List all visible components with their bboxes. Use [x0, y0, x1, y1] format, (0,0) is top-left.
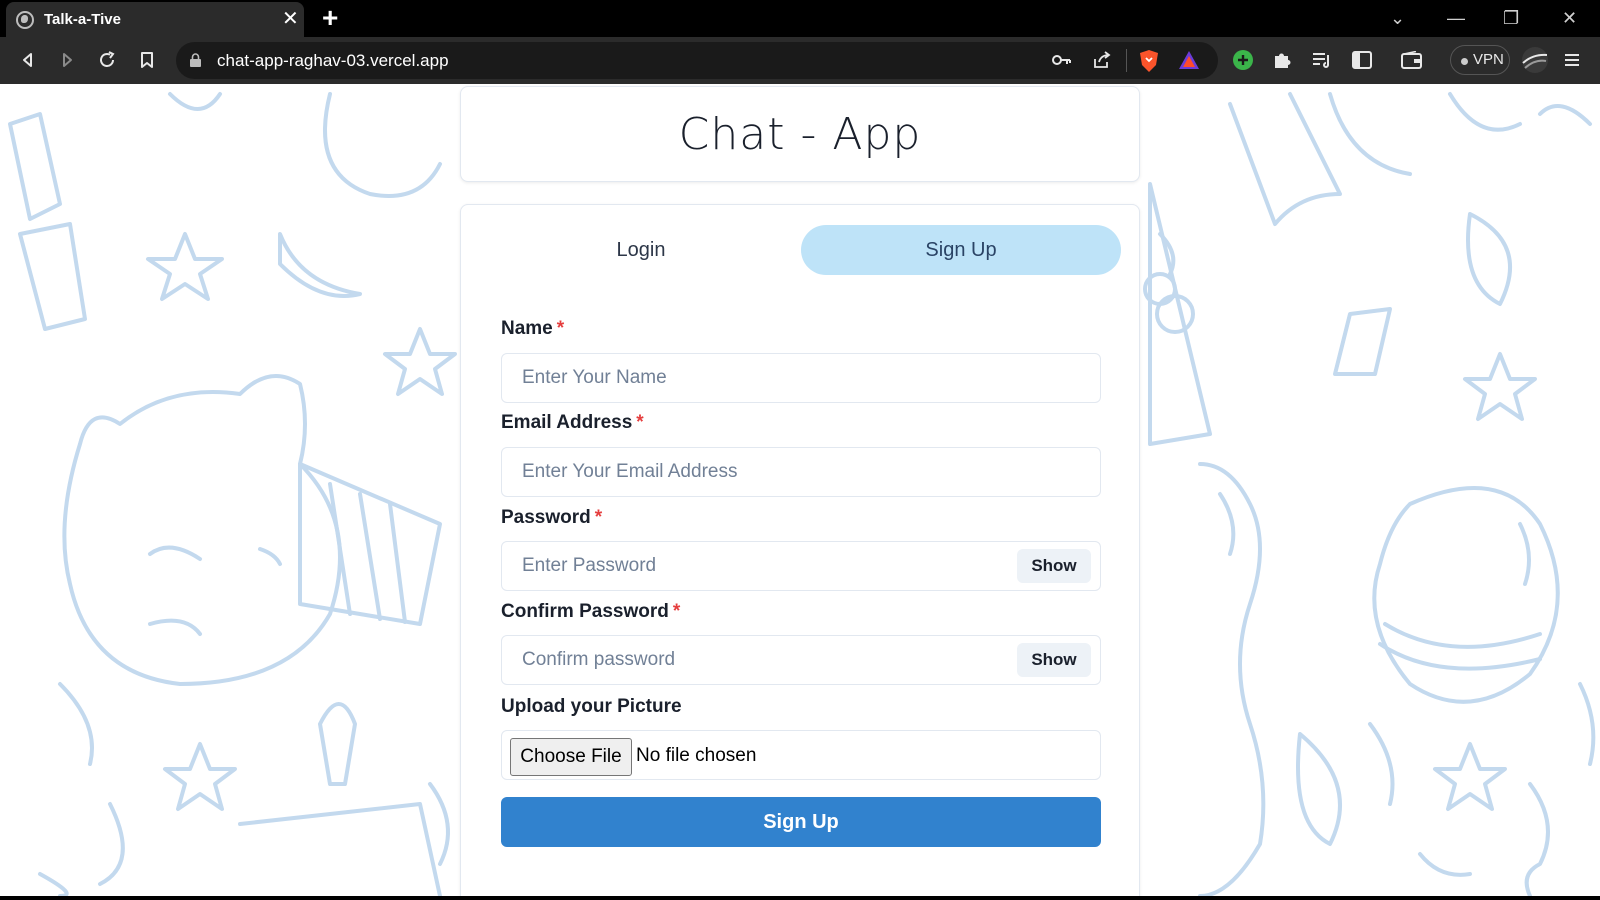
playlist-icon[interactable]: [1308, 46, 1336, 74]
name-label: Name *: [501, 318, 564, 340]
minimize-icon[interactable]: —: [1447, 6, 1465, 30]
name-label-text: Name: [501, 318, 553, 339]
url-text: chat-app-raghav-03.vercel.app: [217, 51, 449, 70]
auth-form-card: Login Sign Up Name* Email Address* Passw…: [460, 204, 1140, 896]
tab-signup[interactable]: Sign Up: [801, 225, 1121, 275]
divider: [1126, 49, 1127, 72]
auth-tabs: Login Sign Up: [481, 225, 1121, 275]
extension-plus-icon[interactable]: [1229, 46, 1257, 74]
password-input[interactable]: [501, 541, 1101, 591]
browser-tab-strip: Talk-a-Tive ✕ + ⌄ — ❐ ✕: [0, 0, 1600, 37]
choose-file-button[interactable]: Choose File: [510, 738, 632, 776]
confirm-password-label: Confirm Password *: [501, 601, 680, 623]
sidebar-icon[interactable]: [1348, 46, 1376, 74]
confirm-password-label-text: Confirm Password: [501, 601, 669, 622]
signup-submit-button[interactable]: Sign Up: [501, 797, 1101, 847]
restore-icon[interactable]: ❐: [1503, 6, 1519, 30]
extensions-puzzle-icon[interactable]: [1268, 46, 1296, 74]
required-marker: *: [636, 412, 644, 433]
browser-toolbar: chat-app-raghav-03.vercel.app VPN: [0, 37, 1600, 84]
bookmark-icon[interactable]: [133, 46, 161, 74]
share-icon[interactable]: [1092, 51, 1112, 69]
header-card: Chat - App: [460, 86, 1140, 182]
new-tab-button[interactable]: +: [322, 3, 338, 33]
page-title: Chat - App: [678, 109, 922, 160]
browser-tab[interactable]: Talk-a-Tive ✕: [6, 2, 304, 37]
required-marker: *: [594, 507, 603, 528]
confirm-password-input[interactable]: [501, 635, 1101, 685]
page-viewport: Chat - App Login Sign Up Name* Email Add…: [0, 84, 1600, 896]
vpn-button[interactable]: VPN: [1450, 45, 1510, 75]
brave-shield-icon[interactable]: [1138, 49, 1160, 73]
reload-icon[interactable]: [93, 46, 121, 74]
brave-rewards-icon[interactable]: [1178, 50, 1200, 70]
tab-login[interactable]: Login: [481, 225, 801, 275]
name-input[interactable]: [501, 353, 1101, 403]
forward-icon[interactable]: [53, 46, 81, 74]
file-status: No file chosen: [636, 745, 757, 766]
email-label-text: Email Address: [501, 412, 633, 433]
show-password-button[interactable]: Show: [1017, 549, 1091, 583]
lock-icon: [190, 53, 201, 67]
upload-picture-label: Upload your Picture: [501, 696, 682, 717]
tab-search-icon[interactable]: ⌄: [1390, 6, 1405, 30]
password-label-text: Password: [501, 507, 591, 528]
address-bar[interactable]: chat-app-raghav-03.vercel.app: [176, 42, 1218, 79]
required-marker: *: [672, 601, 681, 622]
email-label: Email Address *: [501, 412, 644, 434]
globe-icon: [16, 11, 34, 29]
tab-close-icon[interactable]: ✕: [282, 7, 299, 31]
tab-title: Talk-a-Tive: [44, 11, 121, 28]
required-marker: *: [556, 318, 565, 339]
key-icon[interactable]: [1052, 52, 1072, 68]
wallet-icon[interactable]: [1398, 46, 1426, 74]
file-input[interactable]: Choose File No file chosen: [501, 730, 1101, 780]
show-confirm-password-button[interactable]: Show: [1017, 643, 1091, 677]
taskbar-edge: [0, 896, 1600, 900]
window-close-icon[interactable]: ✕: [1562, 6, 1577, 30]
menu-icon[interactable]: [1558, 46, 1586, 74]
back-icon[interactable]: [14, 46, 42, 74]
email-input[interactable]: [501, 447, 1101, 497]
profile-avatar[interactable]: [1521, 46, 1549, 74]
password-label: Password *: [501, 507, 602, 529]
